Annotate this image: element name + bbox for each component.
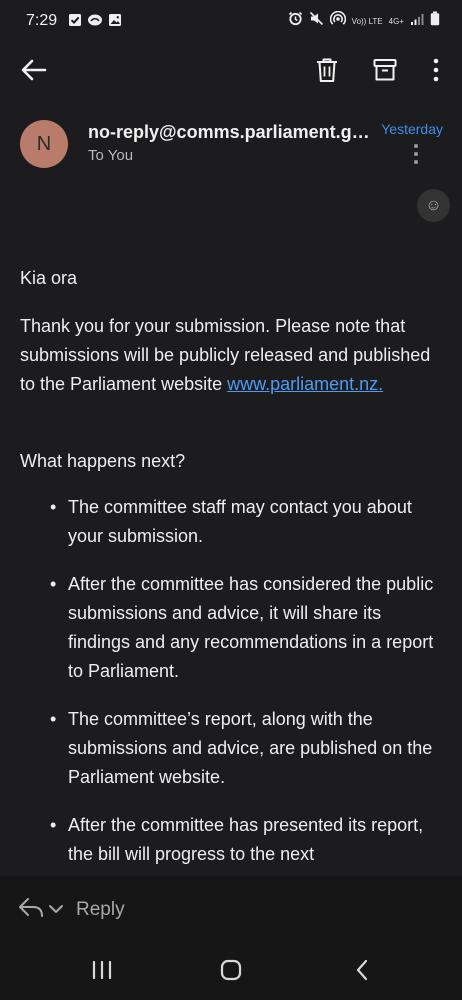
sender-avatar[interactable]: N	[20, 120, 68, 168]
alarm-icon	[288, 11, 303, 31]
sender-email[interactable]: no-reply@comms.parliament.govt.nz	[88, 122, 370, 143]
archive-icon	[373, 58, 397, 87]
volte-icon: Vo)) LTE	[351, 16, 383, 26]
chevron-down-icon	[48, 901, 64, 919]
nav-home-button[interactable]	[212, 956, 250, 988]
network-4g-icon: 4G+	[388, 16, 404, 26]
status-bar: 7:29 Vo)) LTE 4G+	[0, 0, 462, 44]
list-item: After the committee has presented its re…	[44, 811, 448, 869]
email-more-button[interactable]	[406, 143, 426, 170]
nav-recents-button[interactable]	[84, 956, 120, 988]
status-left-icons	[68, 13, 122, 32]
back-button[interactable]	[16, 54, 52, 90]
reply-icon	[18, 897, 44, 924]
home-icon	[220, 959, 242, 986]
cloud-icon	[87, 13, 103, 32]
delete-button[interactable]	[308, 53, 346, 91]
reply-options-button[interactable]	[46, 900, 66, 920]
arrow-left-icon	[21, 59, 47, 86]
mute-icon	[309, 11, 324, 31]
checkbox-icon	[68, 13, 82, 32]
battery-icon	[430, 11, 440, 31]
more-options-button[interactable]	[422, 53, 450, 91]
reply-label[interactable]: Reply	[76, 899, 125, 921]
list-item: The committee’s report, along with the s…	[44, 705, 448, 792]
more-vertical-icon	[432, 58, 440, 87]
signal-icon	[410, 12, 424, 31]
status-right-icons: Vo)) LTE 4G+	[288, 10, 440, 31]
email-date: Yesterday	[381, 121, 443, 137]
reply-button[interactable]	[16, 897, 46, 923]
next-steps-heading: What happens next?	[20, 451, 186, 471]
list-item: The committee staff may contact you abou…	[44, 493, 448, 551]
trash-icon	[315, 57, 339, 88]
status-time: 7:29	[26, 12, 58, 29]
hotspot-icon	[329, 10, 346, 31]
email-header	[0, 102, 462, 222]
emoji-reaction-button[interactable]: ☺	[417, 189, 450, 222]
greeting-text: Kia ora	[20, 268, 78, 288]
more-vertical-icon	[413, 143, 419, 170]
archive-button[interactable]	[366, 53, 404, 91]
email-toolbar	[0, 44, 462, 102]
image-icon	[108, 13, 122, 32]
next-steps-list: The committee staff may contact you abou…	[44, 493, 448, 888]
chevron-left-icon	[355, 959, 369, 986]
reply-bar	[0, 876, 462, 944]
parliament-link[interactable]: www.parliament.nz.	[227, 374, 383, 394]
recipient-label[interactable]: To You	[88, 147, 133, 164]
nav-back-button[interactable]	[344, 956, 380, 988]
email-paragraph: Thank you for your submission. Please no…	[20, 312, 445, 399]
list-item: After the committee has considered the p…	[44, 570, 448, 686]
recents-icon	[91, 960, 113, 984]
